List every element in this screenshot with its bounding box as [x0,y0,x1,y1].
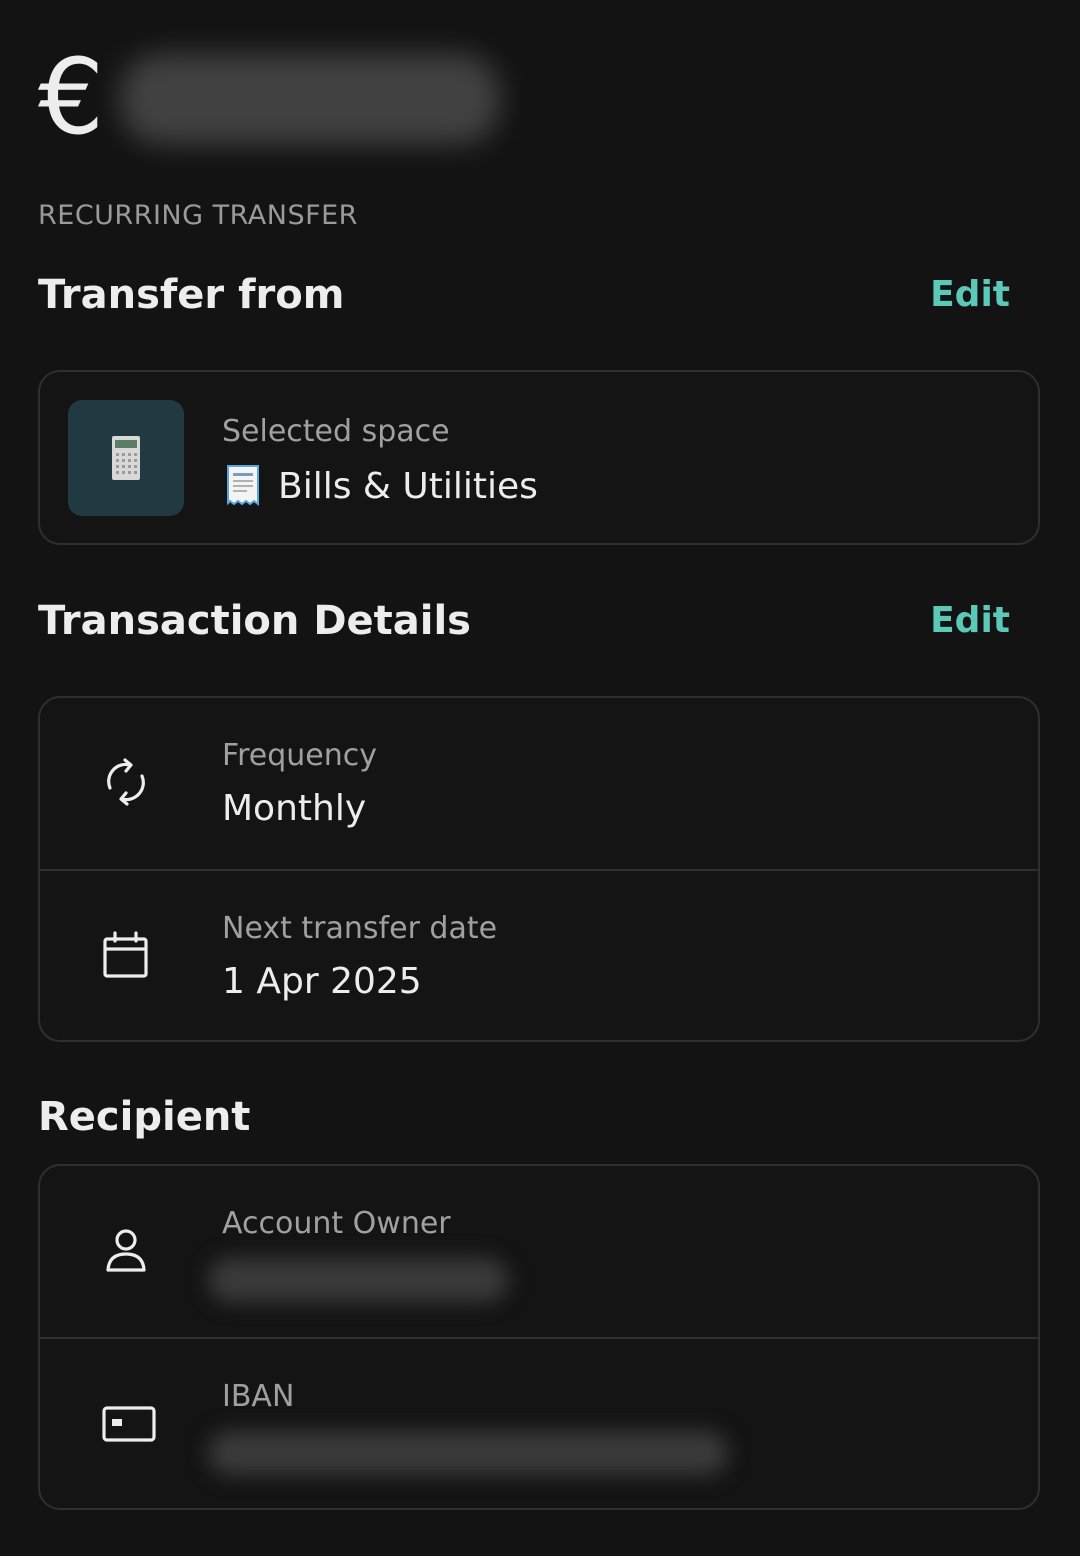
account-owner-label: Account Owner [222,1206,451,1241]
transaction-details-card: Frequency Monthly Next transfer date 1 A… [38,696,1040,1042]
iban-value-redacted [208,1431,728,1475]
transfer-type-label: RECURRING TRANSFER [38,200,358,231]
recipient-title: Recipient [38,1094,251,1140]
next-transfer-date-label: Next transfer date [222,911,498,946]
selected-space-label: Selected space [222,414,450,449]
space-name: Bills & Utilities [278,465,538,507]
space-avatar [68,400,184,516]
next-transfer-date-row: Next transfer date 1 Apr 2025 [40,869,1038,1040]
frequency-value: Monthly [222,788,367,829]
receipt-icon [227,465,259,506]
transfer-from-title: Transfer from [38,272,345,318]
iban-label: IBAN [222,1379,295,1414]
iban-row: IBAN [40,1337,1038,1508]
person-icon [106,1229,146,1272]
transaction-details-title: Transaction Details [38,598,471,644]
frequency-row: Frequency Monthly [40,698,1038,869]
account-owner-row: Account Owner [40,1166,1038,1337]
amount-header: € [38,40,558,170]
repeat-icon [107,758,145,806]
frequency-label: Frequency [222,738,377,773]
currency-symbol: € [38,36,105,158]
selected-space-value: Bills & Utilities [222,464,538,508]
calculator-icon [112,436,140,480]
account-owner-value-redacted [208,1258,508,1302]
recipient-card: Account Owner IBAN [38,1164,1040,1510]
edit-transfer-from-button[interactable]: Edit [930,274,1010,315]
next-transfer-date-value: 1 Apr 2025 [222,961,422,1002]
amount-value-redacted [120,54,500,144]
calendar-icon [103,931,148,978]
selected-space-card[interactable]: Selected space Bills & Utilities [38,370,1040,545]
card-icon [102,1406,156,1442]
edit-transaction-details-button[interactable]: Edit [930,600,1010,641]
